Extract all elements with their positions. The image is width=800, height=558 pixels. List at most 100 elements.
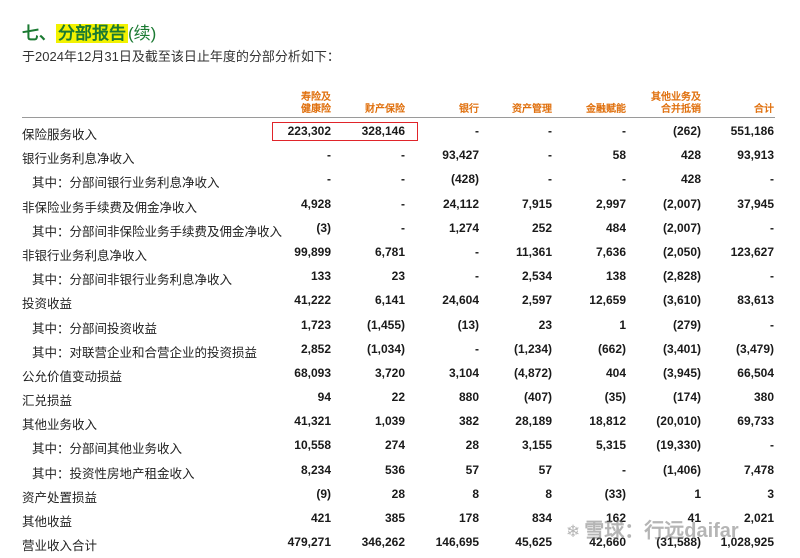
table-cell: (33) — [604, 486, 626, 501]
table-row: 其中：分部间投资收益 1,723 (1,455) (13) 23 1 (279) - — [0, 314, 800, 338]
table-cell: 1 — [619, 317, 626, 332]
table-cell: 421 — [310, 511, 331, 525]
row-label: 非保险业务手续费及佣金净收入 — [22, 200, 198, 215]
table-row: 非保险业务手续费及佣金净收入 4,928 - 24,112 7,915 2,997 (2,0… — [0, 193, 800, 217]
table-cell: 5,315 — [595, 438, 626, 453]
row-label: 公允价值变动损益 — [22, 369, 123, 384]
table-cell: 3 — [767, 486, 774, 501]
table-cell: (35) — [604, 390, 626, 405]
row-label: 其他业务收入 — [22, 418, 98, 433]
table-cell: (3,945) — [662, 365, 701, 380]
column-header-line2: 金融赋能 — [586, 104, 626, 115]
table-cell: 28,189 — [515, 414, 552, 429]
table-row: 公允价值变动损益 68,093 3,720 3,104 (4,872) 404 (3,945… — [0, 362, 800, 386]
table-cell: 123,627 — [730, 244, 774, 259]
table-cell: 138 — [605, 269, 626, 284]
table-cell: (1,034) — [366, 341, 405, 356]
table-cell: (279) — [672, 317, 701, 332]
table-cell: 28 — [391, 486, 405, 501]
table-cell: 8 — [472, 486, 479, 501]
header-divider — [22, 117, 775, 118]
segment-table-body: 保险服务收入 223,302 328,146- - - (262) 551,186 银行业务利… — [0, 120, 800, 555]
table-cell: - — [475, 269, 479, 284]
table-cell: 178 — [458, 511, 479, 525]
table-cell: - — [622, 172, 626, 187]
table-row: 其中：分部间银行业务利息净收入 - - (428) - - 428 - — [0, 168, 800, 192]
annotation-highlight-box — [272, 122, 418, 141]
table-row: 投资收益 41,222 6,141 24,604 2,597 12,659 (3,610) 8… — [0, 289, 800, 313]
table-cell: (2,050) — [662, 244, 701, 259]
column-header: 财产保险 — [335, 104, 405, 116]
section-title-highlighted: 分部报告 — [56, 24, 128, 43]
table-cell: - — [548, 124, 552, 138]
table-cell: 41,222 — [294, 293, 331, 308]
table-cell: (3,479) — [735, 341, 774, 356]
table-cell: 133 — [310, 269, 331, 284]
column-header-line2: 健康险 — [301, 104, 331, 115]
table-cell: (2,828) — [662, 269, 701, 284]
snowflake-icon: ❄ — [566, 522, 581, 541]
column-header-line1: 寿险及 — [301, 92, 331, 103]
watermark-text: 雪球：行远daifar — [584, 520, 739, 542]
table-cell: 6,141 — [374, 293, 405, 308]
table-row: 银行业务利息净收入 - - 93,427 - 58 428 93,913 — [0, 144, 800, 168]
column-header: 银行 — [409, 104, 479, 116]
table-cell: (3,610) — [662, 293, 701, 308]
table-cell: 99,899 — [294, 244, 331, 259]
table-cell: 1,274 — [448, 220, 479, 235]
table-cell: 24,112 — [442, 196, 479, 211]
table-cell: - — [622, 124, 626, 138]
row-label: 汇兑损益 — [22, 394, 73, 409]
table-cell: (662) — [597, 341, 626, 356]
table-cell: 11,361 — [515, 244, 552, 259]
table-cell: (1,234) — [513, 341, 552, 356]
table-cell: (20,010) — [656, 414, 701, 429]
table-row: 其他业务收入 41,321 1,039 382 28,189 18,812 (20,010)… — [0, 410, 800, 434]
table-cell: (19,330) — [656, 438, 701, 453]
table-cell: (1,406) — [662, 462, 701, 477]
row-label: 其他收益 — [22, 515, 73, 529]
column-header-line2: 合并抵销 — [661, 104, 701, 115]
table-cell: (13) — [457, 317, 479, 332]
table-cell: 252 — [531, 220, 552, 235]
table-cell: (3) — [316, 220, 331, 235]
table-cell: (2,007) — [662, 196, 701, 211]
table-cell: 93,913 — [737, 148, 774, 163]
table-cell: - — [401, 196, 405, 211]
table-cell: 41,321 — [294, 414, 331, 429]
table-description: 于2024年12月31日及截至该日止年度的分部分析如下： — [22, 49, 340, 64]
column-header: 其他业务及 合并抵销 — [631, 92, 701, 116]
table-cell: 834 — [531, 511, 552, 525]
table-header: 寿险及 健康险 财产保险 银行 资产管理 金融赋能 其他业务及 合并抵销合计 — [0, 86, 800, 116]
table-cell: (2,007) — [662, 220, 701, 235]
table-row: 其中：分部间非保险业务手续费及佣金净收入 (3) - 1,274 252 484 (2,00… — [0, 217, 800, 241]
row-label: 其中：分部间非银行业务利息净收入 — [32, 273, 233, 288]
table-cell: 37,945 — [737, 196, 774, 211]
table-cell: - — [770, 220, 774, 235]
table-cell: (1,455) — [366, 317, 405, 332]
row-label: 非银行业务利息净收入 — [22, 248, 148, 263]
table-cell: (428) — [450, 172, 479, 187]
column-header: 资产管理 — [482, 104, 552, 116]
table-cell: - — [622, 462, 626, 477]
table-cell: 1,723 — [300, 317, 331, 332]
column-header-line2: 合计 — [754, 104, 774, 115]
column-header: 金融赋能 — [556, 104, 626, 116]
column-header: 寿险及 健康险 — [261, 92, 331, 116]
table-cell: - — [770, 317, 774, 332]
table-cell: 274 — [384, 438, 405, 453]
column-header: 合计 — [704, 104, 774, 116]
table-cell: 58 — [612, 148, 626, 163]
table-cell: (174) — [672, 390, 701, 405]
table-cell: 385 — [384, 511, 405, 525]
table-cell: 551,186 — [730, 124, 774, 138]
row-label: 银行业务利息净收入 — [22, 152, 135, 167]
table-cell: 7,478 — [743, 462, 774, 477]
row-label: 其中：分部间投资收益 — [32, 321, 158, 336]
table-cell: (9) — [316, 486, 331, 501]
table-cell: 880 — [458, 390, 479, 405]
table-cell: 382 — [458, 414, 479, 429]
column-header-line2: 资产管理 — [512, 104, 552, 115]
row-label: 资产处置损益 — [22, 490, 98, 505]
row-label: 其中：分部间银行业务利息净收入 — [32, 176, 220, 191]
